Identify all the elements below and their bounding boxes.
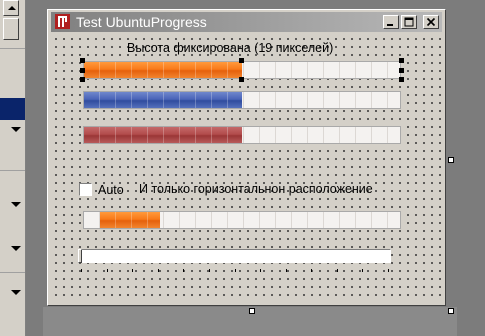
slider-thumb[interactable] (78, 249, 82, 263)
selection-handle[interactable] (239, 58, 244, 63)
resize-handle-right[interactable] (448, 157, 454, 163)
resize-handle-bottom[interactable] (249, 308, 255, 314)
slider-tick (260, 269, 262, 272)
close-button[interactable] (423, 15, 439, 29)
chevron-down-icon[interactable] (11, 202, 21, 207)
slider-tick (208, 269, 210, 272)
maximize-button[interactable] (401, 15, 417, 29)
selection-handle[interactable] (399, 68, 404, 73)
ide-left-panel (0, 0, 26, 336)
progress-bar-red[interactable] (83, 126, 401, 144)
progress-fill (84, 127, 242, 143)
auto-checkbox-label: Auto (98, 183, 124, 197)
horizontal-orientation-label: И только горизонтальнон расположение (139, 182, 373, 196)
slider-tick (388, 269, 389, 272)
scrollbar-thumb[interactable] (3, 18, 19, 40)
selection-handle[interactable] (239, 77, 244, 82)
slider-tick (183, 269, 185, 272)
selection-handle[interactable] (80, 68, 85, 73)
selection-handle[interactable] (80, 77, 85, 82)
minimize-button[interactable] (383, 15, 399, 29)
minimize-icon (387, 24, 393, 26)
slider-tick (311, 269, 313, 272)
slider-tick (106, 269, 108, 272)
chevron-down-icon[interactable] (11, 127, 21, 132)
slider-track[interactable] (78, 249, 391, 263)
progress-fill (99, 212, 160, 228)
window-title: Test UbuntuProgress (76, 14, 207, 30)
progress-bar-marquee[interactable] (83, 211, 401, 229)
title-bar[interactable]: Test UbuntuProgress (51, 12, 442, 32)
scroll-up-button[interactable] (3, 0, 19, 16)
slider-tick (362, 269, 364, 272)
test-window: Test UbuntuProgress Высота фиксирована (… (47, 9, 446, 306)
slider-tick (157, 269, 159, 272)
progress-fill (84, 62, 242, 78)
divider (0, 272, 25, 273)
slider-tick (81, 269, 82, 272)
selection-handle[interactable] (399, 58, 404, 63)
slider-tick (285, 269, 287, 272)
progress-fill (84, 92, 242, 108)
fixed-height-label: Высота фиксирована (19 пикселей) (127, 41, 334, 55)
selection-handle[interactable] (399, 77, 404, 82)
progress-bar-blue[interactable] (83, 91, 401, 109)
app-icon (55, 14, 70, 29)
slider-tick (132, 269, 134, 272)
resize-handle-corner[interactable] (448, 308, 454, 314)
close-icon (426, 17, 436, 27)
maximize-icon (404, 17, 414, 27)
auto-checkbox[interactable] (79, 183, 92, 196)
selected-row[interactable] (0, 98, 25, 120)
selection-handle[interactable] (80, 58, 85, 63)
form-client-area: Высота фиксирована (19 пикселей) Auto И … (51, 34, 442, 302)
chevron-down-icon[interactable] (11, 290, 21, 295)
divider (0, 48, 25, 49)
divider (0, 170, 25, 171)
slider-tick (234, 269, 236, 272)
chevron-down-icon[interactable] (11, 246, 21, 251)
slider-tick (336, 269, 338, 272)
